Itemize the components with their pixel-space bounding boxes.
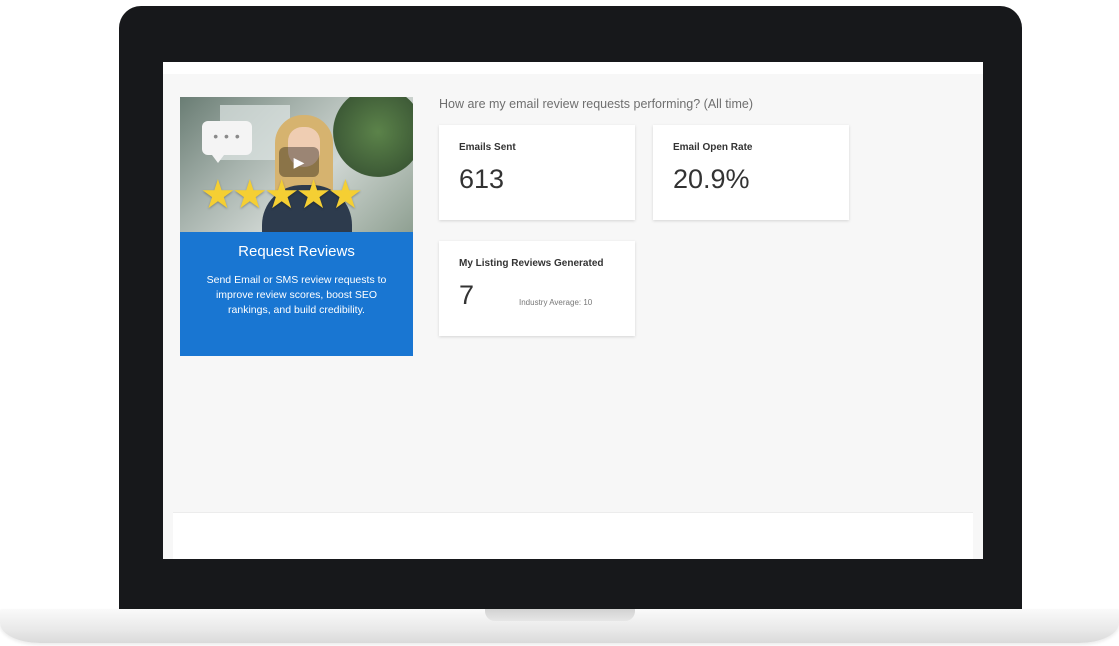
listing-reviews-value: 7: [459, 280, 475, 310]
email-open-rate-label: Email Open Rate: [673, 142, 753, 153]
five-stars-rating: ★★★★★: [200, 175, 400, 215]
chat-bubble-icon: • • •: [202, 121, 252, 163]
promo-video-thumbnail[interactable]: • • • ▶ ★★★★★: [180, 97, 413, 232]
laptop-base-notch: [485, 609, 635, 621]
star-icon: ★: [200, 173, 236, 217]
listing-reviews-card: My Listing Reviews Generated 7 Industry …: [439, 241, 635, 336]
stats-heading: How are my email review requests perform…: [439, 97, 753, 111]
star-icon: ★: [295, 173, 332, 217]
email-open-rate-card: Email Open Rate 20.9%: [653, 125, 849, 220]
emails-sent-label: Emails Sent: [459, 142, 516, 153]
bottom-panel: [173, 512, 973, 559]
plant-image: [333, 97, 413, 177]
email-open-rate-value: 20.9%: [673, 164, 750, 194]
request-reviews-card[interactable]: • • • ▶ ★★★★★ Request Reviews Send Email…: [180, 97, 413, 356]
emails-sent-value: 613: [459, 164, 505, 194]
emails-sent-card: Emails Sent 613: [439, 125, 635, 220]
laptop-screen: • • • ▶ ★★★★★ Request Reviews Send Email…: [163, 62, 983, 559]
top-strip: [163, 62, 983, 74]
listing-reviews-label: My Listing Reviews Generated: [459, 258, 604, 269]
star-icon: ★: [263, 173, 300, 217]
star-icon: ★: [231, 173, 268, 217]
industry-average: Industry Average: 10: [519, 298, 593, 307]
star-icon: ★: [327, 173, 363, 217]
promo-description: Send Email or SMS review requests to imp…: [206, 274, 387, 316]
promo-title: Request Reviews: [238, 243, 355, 260]
